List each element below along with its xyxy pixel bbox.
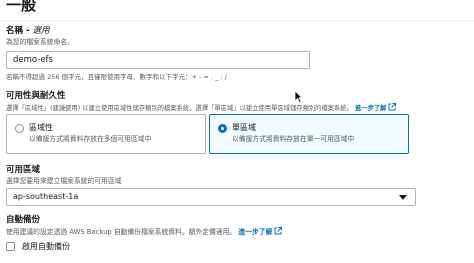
- name-field-description: 為您的檔案系統命名。: [6, 38, 74, 46]
- az-field-label: 可用區域: [6, 165, 41, 175]
- backup-label: 自動備份: [6, 215, 41, 225]
- name-input[interactable]: demo-efs: [6, 51, 310, 69]
- one-zone-radio[interactable]: [218, 124, 227, 133]
- enable-backup-label[interactable]: 啟用自動備份: [22, 241, 70, 252]
- name-constraint-text: 名稱不得超過 256 個字元，且僅限使用字母、數字和以下字元：+ - = . _…: [6, 73, 227, 81]
- az-selected-value: ap-southeast-1a: [13, 192, 79, 201]
- availability-label: 可用性與耐久性: [6, 91, 66, 101]
- general-settings-panel: 一般 名稱 - 選用 為您的檔案系統命名。 demo-efs 名稱不得超過 25…: [0, 0, 474, 263]
- name-label-text: 名稱 -: [6, 26, 33, 36]
- regional-option-title: 區域性: [29, 123, 53, 132]
- section-divider: [0, 20, 474, 21]
- regional-option-description: 以備援方式將資料存放在多個可用區域中: [29, 135, 152, 143]
- one-zone-option-title: 單區域: [232, 123, 256, 132]
- enable-backup-checkbox[interactable]: [6, 242, 15, 251]
- external-link-icon: [388, 103, 397, 114]
- az-field-description: 選擇您要用來建立檔案系統的可用區域: [6, 177, 122, 185]
- backup-description-text: 使用建議的設定透過 AWS Backup 自動備份檔案系統資料。額外定價適用。: [6, 228, 237, 236]
- mouse-pointer-icon: [294, 88, 303, 107]
- availability-description: 選擇「區域性」(建議使用) 以建立使用區域性儲存類別的檔案系統。選擇「單區域」以…: [6, 103, 397, 114]
- availability-learn-more-text: 進一步了解: [354, 105, 387, 112]
- one-zone-option-tile[interactable]: 單區域 以備援方式將資料存放在單一可用區域中: [209, 114, 409, 154]
- backup-learn-more-link[interactable]: 進一步了解: [238, 227, 283, 238]
- backup-description: 使用建議的設定透過 AWS Backup 自動備份檔案系統資料。額外定價適用。 …: [6, 227, 283, 238]
- section-title: 一般: [6, 0, 37, 14]
- name-optional-text: 選用: [32, 26, 50, 36]
- one-zone-option-description: 以備援方式將資料存放在單一可用區域中: [232, 135, 355, 143]
- az-select[interactable]: ap-southeast-1a: [6, 188, 416, 206]
- backup-learn-more-text: 進一步了解: [238, 228, 273, 236]
- caret-down-icon: [399, 195, 407, 200]
- regional-option-tile[interactable]: 區域性 以備援方式將資料存放在多個可用區域中: [6, 114, 206, 154]
- availability-learn-more-link[interactable]: 進一步了解: [354, 103, 397, 114]
- external-link-icon: [274, 227, 283, 238]
- regional-radio[interactable]: [15, 124, 24, 133]
- name-field-label: 名稱 - 選用: [6, 26, 49, 37]
